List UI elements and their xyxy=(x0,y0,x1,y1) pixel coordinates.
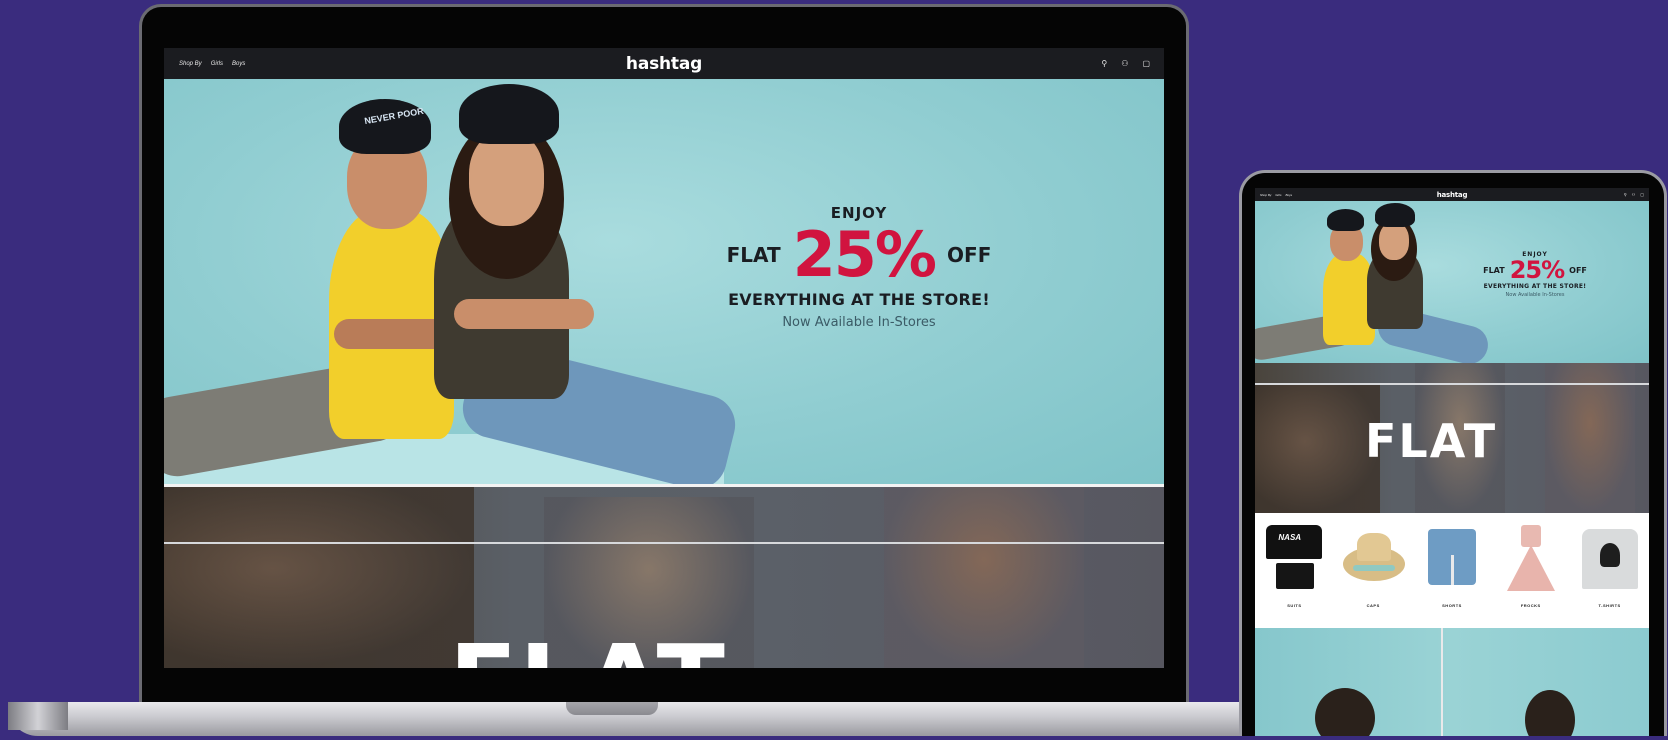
tablet-main-nav: Shop By Girls Boys xyxy=(1260,193,1292,197)
site-logo[interactable]: hashtag xyxy=(626,54,702,74)
frocks-image xyxy=(1499,525,1563,591)
category-caps[interactable]: CAPS xyxy=(1341,525,1406,608)
girl-photo xyxy=(164,487,474,668)
caps-image xyxy=(1341,525,1406,591)
main-nav: Shop By Girls Boys xyxy=(179,61,245,67)
tablet-boy-cap xyxy=(1327,209,1364,231)
tablet-header-icons: ⚲ ⚇ ▢ xyxy=(1624,192,1644,197)
promo-off: OFF xyxy=(947,243,992,267)
tablet-band-divider xyxy=(1255,383,1649,385)
tablet-promo-available: Now Available In-Stores xyxy=(1505,292,1565,298)
tablet-promo-everything: EVERYTHING AT THE STORE! xyxy=(1483,283,1587,290)
nav-shop-by[interactable]: Shop By xyxy=(179,61,202,67)
girl-hat xyxy=(459,84,559,144)
girl-arm xyxy=(454,299,594,329)
search-icon[interactable]: ⚲ xyxy=(1101,59,1107,68)
flat-banner[interactable]: FLAT xyxy=(164,487,1164,668)
category-t-shirts[interactable]: T-SHIRTS xyxy=(1578,525,1642,608)
tablet-promo-block: ENJOY FLAT 25% OFF EVERYTHING AT THE STO… xyxy=(1455,251,1615,298)
search-icon[interactable]: ⚲ xyxy=(1624,192,1627,197)
tablet-screen: Shop By Girls Boys hashtag ⚲ ⚇ ▢ ENJOY F… xyxy=(1255,188,1649,736)
nav-girls[interactable]: Girls xyxy=(211,61,223,67)
tablet-bottom-kid-1 xyxy=(1315,688,1375,736)
girl-photo-2 xyxy=(884,487,1084,668)
promo-row: FLAT 25% OFF xyxy=(664,224,1054,286)
tablet-girl-photo xyxy=(1255,383,1380,513)
tablet-flat-banner[interactable]: FLAT xyxy=(1255,363,1649,513)
tablet-hero-banner[interactable]: ENJOY FLAT 25% OFF EVERYTHING AT THE STO… xyxy=(1255,201,1649,363)
laptop-notch xyxy=(566,702,658,715)
shorts-image xyxy=(1420,525,1484,591)
tablet-flat-banner-text: FLAT xyxy=(1365,414,1498,468)
tablet-bottom-banner[interactable] xyxy=(1255,628,1649,736)
user-icon[interactable]: ⚇ xyxy=(1632,192,1636,197)
tablet-site-header: Shop By Girls Boys hashtag ⚲ ⚇ ▢ xyxy=(1255,188,1649,201)
tablet-bottom-divider xyxy=(1441,628,1443,736)
tablet-nav-girls[interactable]: Girls xyxy=(1275,193,1281,197)
hero-banner[interactable]: NEVER POOR ENJOY FLAT 25% OFF EVERYTHING… xyxy=(164,79,1164,484)
site-header: Shop By Girls Boys hashtag ⚲ ⚇ ▢ xyxy=(164,48,1164,79)
category-strip: NASA SUITS CAPS SHORTS FROCKS T-SHIRTS xyxy=(1255,513,1649,628)
girl-face xyxy=(469,131,544,226)
flat-banner-text: FLAT xyxy=(449,632,727,669)
tablet-bottom-kid-2 xyxy=(1525,690,1575,736)
category-label-caps: CAPS xyxy=(1366,603,1380,608)
promo-everything: EVERYTHING AT THE STORE! xyxy=(728,290,990,309)
category-label-suits: SUITS xyxy=(1287,603,1302,608)
bag-icon[interactable]: ▢ xyxy=(1142,59,1150,68)
category-label-t-shirts: T-SHIRTS xyxy=(1598,603,1621,608)
category-label-frocks: FROCKS xyxy=(1520,603,1541,608)
tablet-promo-percent: 25% xyxy=(1509,256,1565,284)
bag-icon[interactable]: ▢ xyxy=(1640,192,1644,197)
user-icon[interactable]: ⚇ xyxy=(1121,59,1128,68)
tablet-nav-boys[interactable]: Boys xyxy=(1286,193,1293,197)
promo-percent: 25% xyxy=(792,218,937,291)
promo-flat: FLAT xyxy=(726,243,781,267)
category-frocks[interactable]: FROCKS xyxy=(1499,525,1563,608)
category-label-shorts: SHORTS xyxy=(1442,603,1462,608)
category-suits[interactable]: NASA SUITS xyxy=(1262,525,1326,608)
tablet-site-logo[interactable]: hashtag xyxy=(1437,191,1468,199)
t-shirts-image xyxy=(1578,525,1642,591)
promo-available: Now Available In-Stores xyxy=(782,315,936,330)
header-icons: ⚲ ⚇ ▢ xyxy=(1101,59,1150,68)
category-shorts[interactable]: SHORTS xyxy=(1420,525,1484,608)
tablet-girl-face xyxy=(1379,222,1409,260)
tablet-nav-shop-by[interactable]: Shop By xyxy=(1260,193,1271,197)
tablet-promo-flat: FLAT xyxy=(1483,265,1505,275)
tablet-promo-row: FLAT 25% OFF xyxy=(1455,258,1615,282)
nasa-print: NASA xyxy=(1278,533,1302,542)
tablet-girl-photo-2 xyxy=(1545,363,1635,513)
band-divider xyxy=(164,542,1164,544)
laptop-screen: Shop By Girls Boys hashtag ⚲ ⚇ ▢ NEVER P… xyxy=(164,48,1164,668)
suits-image: NASA xyxy=(1262,525,1326,591)
tablet-promo-off: OFF xyxy=(1569,265,1587,275)
tablet-girl-hat xyxy=(1375,203,1415,227)
nav-boys[interactable]: Boys xyxy=(232,61,245,67)
promo-block: ENJOY FLAT 25% OFF EVERYTHING AT THE STO… xyxy=(664,204,1054,330)
